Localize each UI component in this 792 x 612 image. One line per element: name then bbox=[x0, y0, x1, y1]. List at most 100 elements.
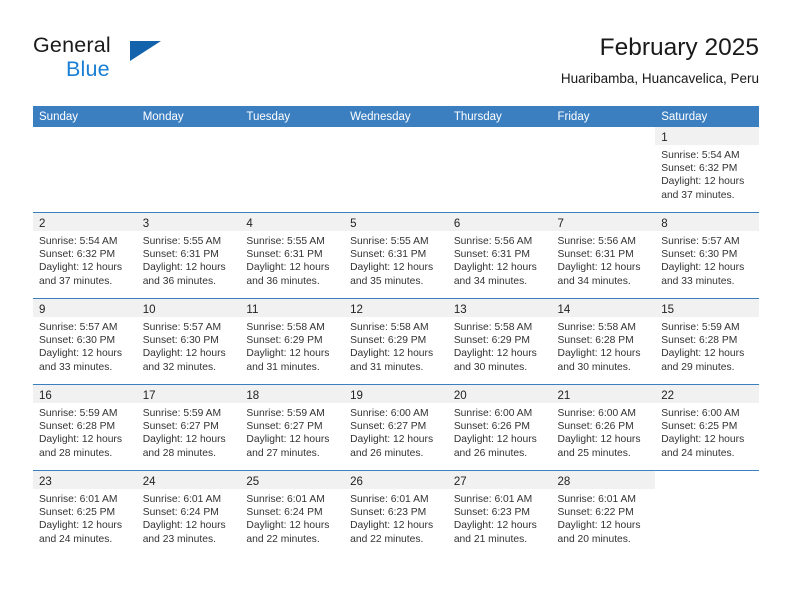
daylight-duration-line1: Daylight: 12 hours bbox=[142, 262, 226, 274]
daylight-duration-line2: and 26 minutes. bbox=[453, 447, 528, 459]
calendar-day-cell[interactable]: 21 Sunrise: 6:00 AM Sunset: 6:26 PM Dayligh… bbox=[551, 384, 656, 471]
day-cell-content: 27 Sunrise: 6:01 AM Sunset: 6:23 PM Dayligh… bbox=[447, 471, 552, 556]
day-sun-info: Sunrise: 6:00 AM Sunset: 6:26 PM Daylight:… bbox=[552, 403, 656, 460]
daylight-duration-line2: and 27 minutes. bbox=[246, 447, 320, 459]
calendar-cell-empty bbox=[344, 127, 448, 213]
day-cell-content: 12 Sunrise: 5:58 AM Sunset: 6:29 PM Dayligh… bbox=[344, 299, 448, 384]
day-number-band: 16 bbox=[33, 385, 137, 403]
calendar-day-cell[interactable]: 15 Sunrise: 5:59 AM Sunset: 6:28 PM Dayligh… bbox=[655, 298, 759, 385]
calendar-day-cell[interactable]: 27 Sunrise: 6:01 AM Sunset: 6:23 PM Dayligh… bbox=[447, 470, 552, 556]
daylight-duration-line2: and 25 minutes. bbox=[557, 447, 631, 459]
day-number: 19 bbox=[350, 390, 363, 402]
day-cell-content: 24 Sunrise: 6:01 AM Sunset: 6:24 PM Dayligh… bbox=[136, 471, 241, 556]
day-number: 1 bbox=[661, 132, 668, 144]
calendar-day-cell[interactable]: 2 Sunrise: 5:54 AM Sunset: 6:32 PM Daylight… bbox=[33, 212, 137, 299]
day-number-band: 15 bbox=[655, 299, 759, 317]
daylight-duration-line1: Daylight: 12 hours bbox=[453, 520, 537, 532]
weekday-header-monday: Monday bbox=[136, 106, 241, 127]
day-cell-content: 21 Sunrise: 6:00 AM Sunset: 6:26 PM Dayligh… bbox=[551, 385, 656, 470]
calendar-day-cell[interactable]: 20 Sunrise: 6:00 AM Sunset: 6:26 PM Dayligh… bbox=[447, 384, 552, 471]
daylight-duration-line1: Daylight: 12 hours bbox=[557, 520, 641, 532]
calendar-day-cell[interactable]: 6 Sunrise: 5:56 AM Sunset: 6:31 PM Daylight… bbox=[447, 212, 552, 299]
day-number: 28 bbox=[557, 476, 571, 488]
empty-day-placeholder bbox=[240, 127, 345, 212]
calendar-day-cell[interactable]: 26 Sunrise: 6:01 AM Sunset: 6:23 PM Dayligh… bbox=[344, 470, 448, 556]
day-cell-content: 4 Sunrise: 5:55 AM Sunset: 6:31 PM Daylight… bbox=[240, 213, 345, 298]
daylight-duration-line2: and 29 minutes. bbox=[661, 361, 735, 373]
calendar-day-cell[interactable]: 4 Sunrise: 5:55 AM Sunset: 6:31 PM Daylight… bbox=[240, 212, 345, 299]
calendar-day-cell[interactable]: 24 Sunrise: 6:01 AM Sunset: 6:24 PM Dayligh… bbox=[136, 470, 241, 556]
day-number: 10 bbox=[142, 304, 156, 316]
calendar-day-cell[interactable]: 13 Sunrise: 5:58 AM Sunset: 6:29 PM Dayligh… bbox=[447, 298, 552, 385]
day-cell-content: 28 Sunrise: 6:01 AM Sunset: 6:22 PM Dayligh… bbox=[551, 471, 656, 556]
day-cell-content: 23 Sunrise: 6:01 AM Sunset: 6:25 PM Dayligh… bbox=[33, 471, 137, 556]
calendar-week-row: 9 Sunrise: 5:57 AM Sunset: 6:30 PM Daylight… bbox=[33, 298, 759, 385]
daylight-duration-line1: Daylight: 12 hours bbox=[661, 176, 745, 188]
sunset-time: Sunset: 6:28 PM bbox=[661, 335, 738, 347]
day-cell-content: 14 Sunrise: 5:58 AM Sunset: 6:28 PM Dayligh… bbox=[551, 299, 656, 384]
daylight-duration-line2: and 36 minutes. bbox=[246, 275, 320, 287]
calendar-day-cell[interactable]: 28 Sunrise: 6:01 AM Sunset: 6:22 PM Dayligh… bbox=[551, 470, 656, 556]
day-number: 3 bbox=[142, 218, 150, 230]
day-sun-info: Sunrise: 6:01 AM Sunset: 6:24 PM Daylight:… bbox=[137, 489, 241, 546]
day-cell-content: 6 Sunrise: 5:56 AM Sunset: 6:31 PM Daylight… bbox=[447, 213, 552, 298]
daylight-duration-line2: and 35 minutes. bbox=[350, 275, 424, 287]
calendar-day-cell[interactable]: 19 Sunrise: 6:00 AM Sunset: 6:27 PM Dayligh… bbox=[344, 384, 448, 471]
calendar-day-cell[interactable]: 12 Sunrise: 5:58 AM Sunset: 6:29 PM Dayligh… bbox=[344, 298, 448, 385]
sunset-time: Sunset: 6:27 PM bbox=[142, 421, 219, 433]
calendar-day-cell[interactable]: 3 Sunrise: 5:55 AM Sunset: 6:31 PM Daylight… bbox=[136, 212, 241, 299]
day-cell-content: 22 Sunrise: 6:00 AM Sunset: 6:25 PM Dayligh… bbox=[655, 385, 759, 470]
day-cell-content: 18 Sunrise: 5:59 AM Sunset: 6:27 PM Dayligh… bbox=[240, 385, 345, 470]
day-number-band: 28 bbox=[551, 471, 656, 489]
calendar-day-cell[interactable]: 5 Sunrise: 5:55 AM Sunset: 6:31 PM Daylight… bbox=[344, 212, 448, 299]
day-cell-content: 7 Sunrise: 5:56 AM Sunset: 6:31 PM Daylight… bbox=[551, 213, 656, 298]
calendar-day-cell[interactable]: 25 Sunrise: 6:01 AM Sunset: 6:24 PM Dayligh… bbox=[240, 470, 345, 556]
calendar-day-cell[interactable]: 10 Sunrise: 5:57 AM Sunset: 6:30 PM Dayligh… bbox=[136, 298, 241, 385]
sunrise-time: Sunrise: 6:00 AM bbox=[557, 408, 636, 419]
calendar-day-cell[interactable]: 9 Sunrise: 5:57 AM Sunset: 6:30 PM Daylight… bbox=[33, 298, 137, 385]
daylight-duration-line1: Daylight: 12 hours bbox=[142, 520, 226, 532]
day-sun-info: Sunrise: 5:55 AM Sunset: 6:31 PM Daylight:… bbox=[344, 231, 448, 288]
day-cell-content: 2 Sunrise: 5:54 AM Sunset: 6:32 PM Daylight… bbox=[33, 213, 137, 298]
sunset-time: Sunset: 6:30 PM bbox=[661, 249, 738, 261]
day-number-band: 5 bbox=[344, 213, 448, 231]
sunrise-time: Sunrise: 5:59 AM bbox=[661, 322, 740, 333]
calendar-day-cell[interactable]: 22 Sunrise: 6:00 AM Sunset: 6:25 PM Dayligh… bbox=[655, 384, 759, 471]
calendar-day-cell[interactable]: 14 Sunrise: 5:58 AM Sunset: 6:28 PM Dayligh… bbox=[551, 298, 656, 385]
day-number-band: 17 bbox=[136, 385, 241, 403]
day-number: 9 bbox=[39, 304, 46, 316]
day-number: 16 bbox=[39, 390, 52, 402]
calendar-cell-empty bbox=[240, 127, 345, 213]
calendar-day-cell[interactable]: 17 Sunrise: 5:59 AM Sunset: 6:27 PM Dayligh… bbox=[136, 384, 241, 471]
day-number: 12 bbox=[350, 304, 363, 316]
day-sun-info: Sunrise: 5:58 AM Sunset: 6:29 PM Daylight:… bbox=[240, 317, 344, 374]
sunrise-time: Sunrise: 6:01 AM bbox=[453, 494, 533, 505]
daylight-duration-line2: and 21 minutes. bbox=[453, 533, 528, 545]
day-sun-info: Sunrise: 6:01 AM Sunset: 6:22 PM Daylight:… bbox=[552, 489, 656, 546]
calendar-week-row: 1 Sunrise: 5:54 AM Sunset: 6:32 PM Daylight… bbox=[33, 127, 759, 213]
day-number: 15 bbox=[661, 304, 675, 316]
daylight-duration-line2: and 23 minutes. bbox=[142, 533, 216, 545]
day-number-band: 21 bbox=[551, 385, 656, 403]
day-number: 22 bbox=[661, 390, 675, 402]
day-number: 7 bbox=[557, 218, 564, 230]
calendar-day-cell[interactable]: 16 Sunrise: 5:59 AM Sunset: 6:28 PM Dayligh… bbox=[33, 384, 137, 471]
sunrise-time: Sunrise: 5:54 AM bbox=[39, 236, 118, 247]
day-cell-content: 16 Sunrise: 5:59 AM Sunset: 6:28 PM Dayligh… bbox=[33, 385, 137, 470]
day-sun-info: Sunrise: 6:01 AM Sunset: 6:23 PM Daylight:… bbox=[344, 489, 448, 546]
day-cell-content: 8 Sunrise: 5:57 AM Sunset: 6:30 PM Daylight… bbox=[655, 213, 759, 298]
calendar-day-cell[interactable]: 23 Sunrise: 6:01 AM Sunset: 6:25 PM Dayligh… bbox=[33, 470, 137, 556]
day-number: 25 bbox=[246, 476, 260, 488]
daylight-duration-line1: Daylight: 12 hours bbox=[39, 348, 122, 360]
general-blue-logo: General Blue bbox=[33, 33, 233, 91]
calendar-day-cell[interactable]: 11 Sunrise: 5:58 AM Sunset: 6:29 PM Dayligh… bbox=[240, 298, 345, 385]
calendar-cell-empty bbox=[447, 127, 552, 213]
day-sun-info: Sunrise: 6:00 AM Sunset: 6:27 PM Daylight:… bbox=[344, 403, 448, 460]
calendar-day-cell[interactable]: 1 Sunrise: 5:54 AM Sunset: 6:32 PM Daylight… bbox=[655, 127, 759, 213]
day-number: 4 bbox=[246, 218, 253, 230]
calendar-day-cell[interactable]: 18 Sunrise: 5:59 AM Sunset: 6:27 PM Dayligh… bbox=[240, 384, 345, 471]
calendar-day-cell[interactable]: 7 Sunrise: 5:56 AM Sunset: 6:31 PM Daylight… bbox=[551, 212, 656, 299]
calendar-day-cell[interactable]: 8 Sunrise: 5:57 AM Sunset: 6:30 PM Daylight… bbox=[655, 212, 759, 299]
day-number: 26 bbox=[350, 476, 363, 488]
sunrise-time: Sunrise: 6:01 AM bbox=[350, 494, 429, 505]
